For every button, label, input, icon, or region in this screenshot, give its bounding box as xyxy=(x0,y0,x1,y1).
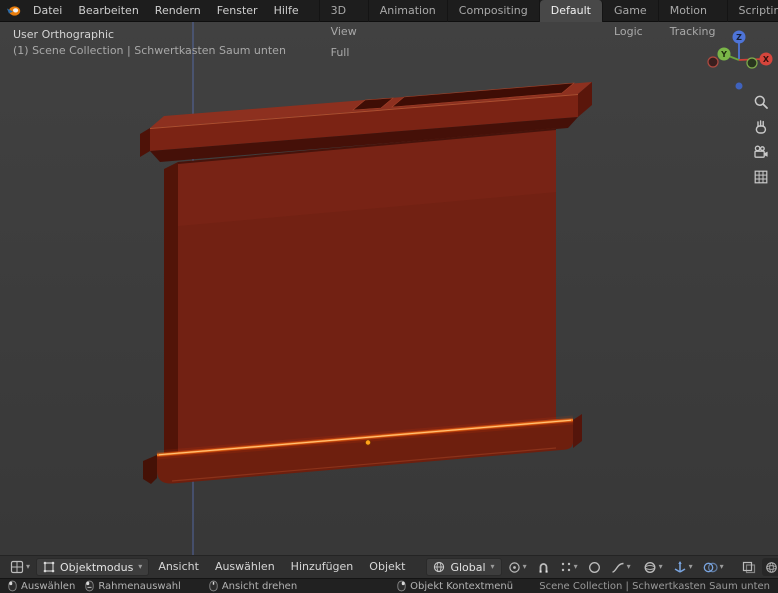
gizmo-caret-icon: ▾ xyxy=(689,563,693,571)
hint-context-menu: Objekt Kontextmenü xyxy=(397,580,513,592)
status-bar: Auswählen Rahmenauswahl Ansicht drehen O… xyxy=(0,578,778,593)
active-object-label: (1) Scene Collection | Schwertkasten Sau… xyxy=(13,43,286,59)
hint-select: Auswählen xyxy=(8,580,75,592)
camera-icon xyxy=(753,144,769,160)
viewport-header: ▾ Objektmodus ▾ Ansicht Auswählen Hinzuf… xyxy=(0,555,778,578)
pivot-dropdown[interactable]: ▾ xyxy=(504,558,531,576)
blender-window: Datei Bearbeiten Rendern Fenster Hilfe 3… xyxy=(0,0,778,593)
mode-caret-icon: ▾ xyxy=(138,563,142,571)
tab-animation[interactable]: Animation xyxy=(369,0,448,22)
visibility-caret-icon: ▾ xyxy=(659,563,663,571)
snap-caret-icon: ▾ xyxy=(574,563,578,571)
snap-toggle-button[interactable] xyxy=(533,558,554,576)
editor-caret-icon: ▾ xyxy=(26,563,30,571)
blender-logo-icon[interactable] xyxy=(6,3,21,19)
hint-box-select: Rahmenauswahl xyxy=(85,580,181,592)
magnet-icon xyxy=(537,561,550,574)
view-label: User Orthographic xyxy=(13,27,286,43)
tab-scripting[interactable]: Scripting xyxy=(728,0,778,22)
mouse-right-icon xyxy=(397,580,406,592)
tab-3d-view-full[interactable]: 3D View Full xyxy=(319,0,369,22)
tab-motion-tracking[interactable]: Motion Tracking xyxy=(659,0,728,22)
scene-canvas[interactable] xyxy=(0,22,778,555)
menu-fenster[interactable]: Fenster xyxy=(209,0,266,21)
svg-text:Y: Y xyxy=(720,50,727,59)
hint-select-label: Auswählen xyxy=(21,581,75,592)
tab-compositing[interactable]: Compositing xyxy=(448,0,540,22)
falloff-curve-icon xyxy=(611,561,625,574)
viewport-overlay-text: User Orthographic (1) Scene Collection |… xyxy=(13,27,286,59)
show-overlays-dropdown[interactable]: ▾ xyxy=(699,558,728,576)
shading-mode-group xyxy=(762,558,778,576)
axis-minus-y-ball xyxy=(747,58,757,68)
overlays-icon xyxy=(703,561,718,574)
workspace-tabs: 3D View Full Animation Compositing Defau… xyxy=(319,0,778,22)
axis-minus-z-ball xyxy=(736,83,743,90)
toggle-xray-button[interactable] xyxy=(738,558,760,576)
menu-objekt[interactable]: Objekt xyxy=(362,556,412,578)
tab-game-logic[interactable]: Game Logic xyxy=(603,0,659,22)
menu-auswaehlen[interactable]: Auswählen xyxy=(208,556,282,578)
menu-datei[interactable]: Datei xyxy=(25,0,70,21)
orientation-dropdown[interactable]: Global ▾ xyxy=(426,558,501,576)
snap-settings-dropdown[interactable]: ▾ xyxy=(556,558,582,576)
snap-increment-icon xyxy=(560,561,572,573)
gizmo-axes-icon xyxy=(673,560,687,574)
wireframe-sphere-icon xyxy=(765,561,778,574)
status-context-label: Scene Collection | Schwertkasten Saum un… xyxy=(539,581,770,592)
globe-icon xyxy=(433,561,445,573)
hint-rotate-view: Ansicht drehen xyxy=(209,580,297,592)
pivot-point-icon xyxy=(508,561,521,574)
proportional-circle-icon xyxy=(588,561,601,574)
menu-bearbeiten[interactable]: Bearbeiten xyxy=(70,0,146,21)
svg-text:Z: Z xyxy=(736,33,742,42)
hint-rotate-view-label: Ansicht drehen xyxy=(222,581,297,592)
visibility-sphere-icon xyxy=(643,561,657,574)
object-mode-icon xyxy=(43,561,55,573)
grid-icon xyxy=(753,169,769,185)
topbar: Datei Bearbeiten Rendern Fenster Hilfe 3… xyxy=(0,0,778,22)
show-gizmo-dropdown[interactable]: ▾ xyxy=(669,558,697,576)
falloff-caret-icon: ▾ xyxy=(627,563,631,571)
hand-icon xyxy=(753,119,769,135)
axis-minus-x-ball xyxy=(708,57,718,67)
object-schwertkasten xyxy=(140,82,592,484)
viewport-3d[interactable]: User Orthographic (1) Scene Collection |… xyxy=(0,22,778,555)
svg-text:X: X xyxy=(763,55,770,64)
orientation-label: Global xyxy=(450,561,485,574)
mode-dropdown[interactable]: Objektmodus ▾ xyxy=(36,558,149,576)
camera-view-button[interactable] xyxy=(751,142,771,162)
toggle-projection-button[interactable] xyxy=(751,167,771,187)
mouse-middle-icon xyxy=(209,580,218,592)
mode-label: Objektmodus xyxy=(60,561,133,574)
shading-wireframe-button[interactable] xyxy=(763,559,778,575)
menu-hinzufuegen[interactable]: Hinzufügen xyxy=(284,556,361,578)
main-menu-bar: Datei Bearbeiten Rendern Fenster Hilfe xyxy=(25,0,307,21)
tab-default[interactable]: Default xyxy=(540,0,603,22)
magnifier-icon xyxy=(753,94,769,110)
pan-view-button[interactable] xyxy=(751,117,771,137)
menu-rendern[interactable]: Rendern xyxy=(147,0,209,21)
editor-type-icon xyxy=(10,560,24,574)
mouse-left-icon xyxy=(8,580,17,592)
editor-type-button[interactable]: ▾ xyxy=(6,558,34,576)
falloff-dropdown[interactable]: ▾ xyxy=(607,558,635,576)
xray-icon xyxy=(742,561,756,574)
overlays-caret-icon: ▾ xyxy=(720,563,724,571)
menu-ansicht[interactable]: Ansicht xyxy=(151,556,206,578)
mouse-left-drag-icon xyxy=(85,580,94,592)
viewport-side-tools xyxy=(751,92,771,187)
pivot-caret-icon: ▾ xyxy=(523,563,527,571)
zoom-tool-button[interactable] xyxy=(751,92,771,112)
object-origin-dot xyxy=(365,440,370,445)
orientation-caret-icon: ▾ xyxy=(491,563,495,571)
hint-box-select-label: Rahmenauswahl xyxy=(98,581,181,592)
visibility-dropdown[interactable]: ▾ xyxy=(639,558,667,576)
menu-hilfe[interactable]: Hilfe xyxy=(266,0,307,21)
hint-context-menu-label: Objekt Kontextmenü xyxy=(410,581,513,592)
proportional-edit-button[interactable] xyxy=(584,558,605,576)
